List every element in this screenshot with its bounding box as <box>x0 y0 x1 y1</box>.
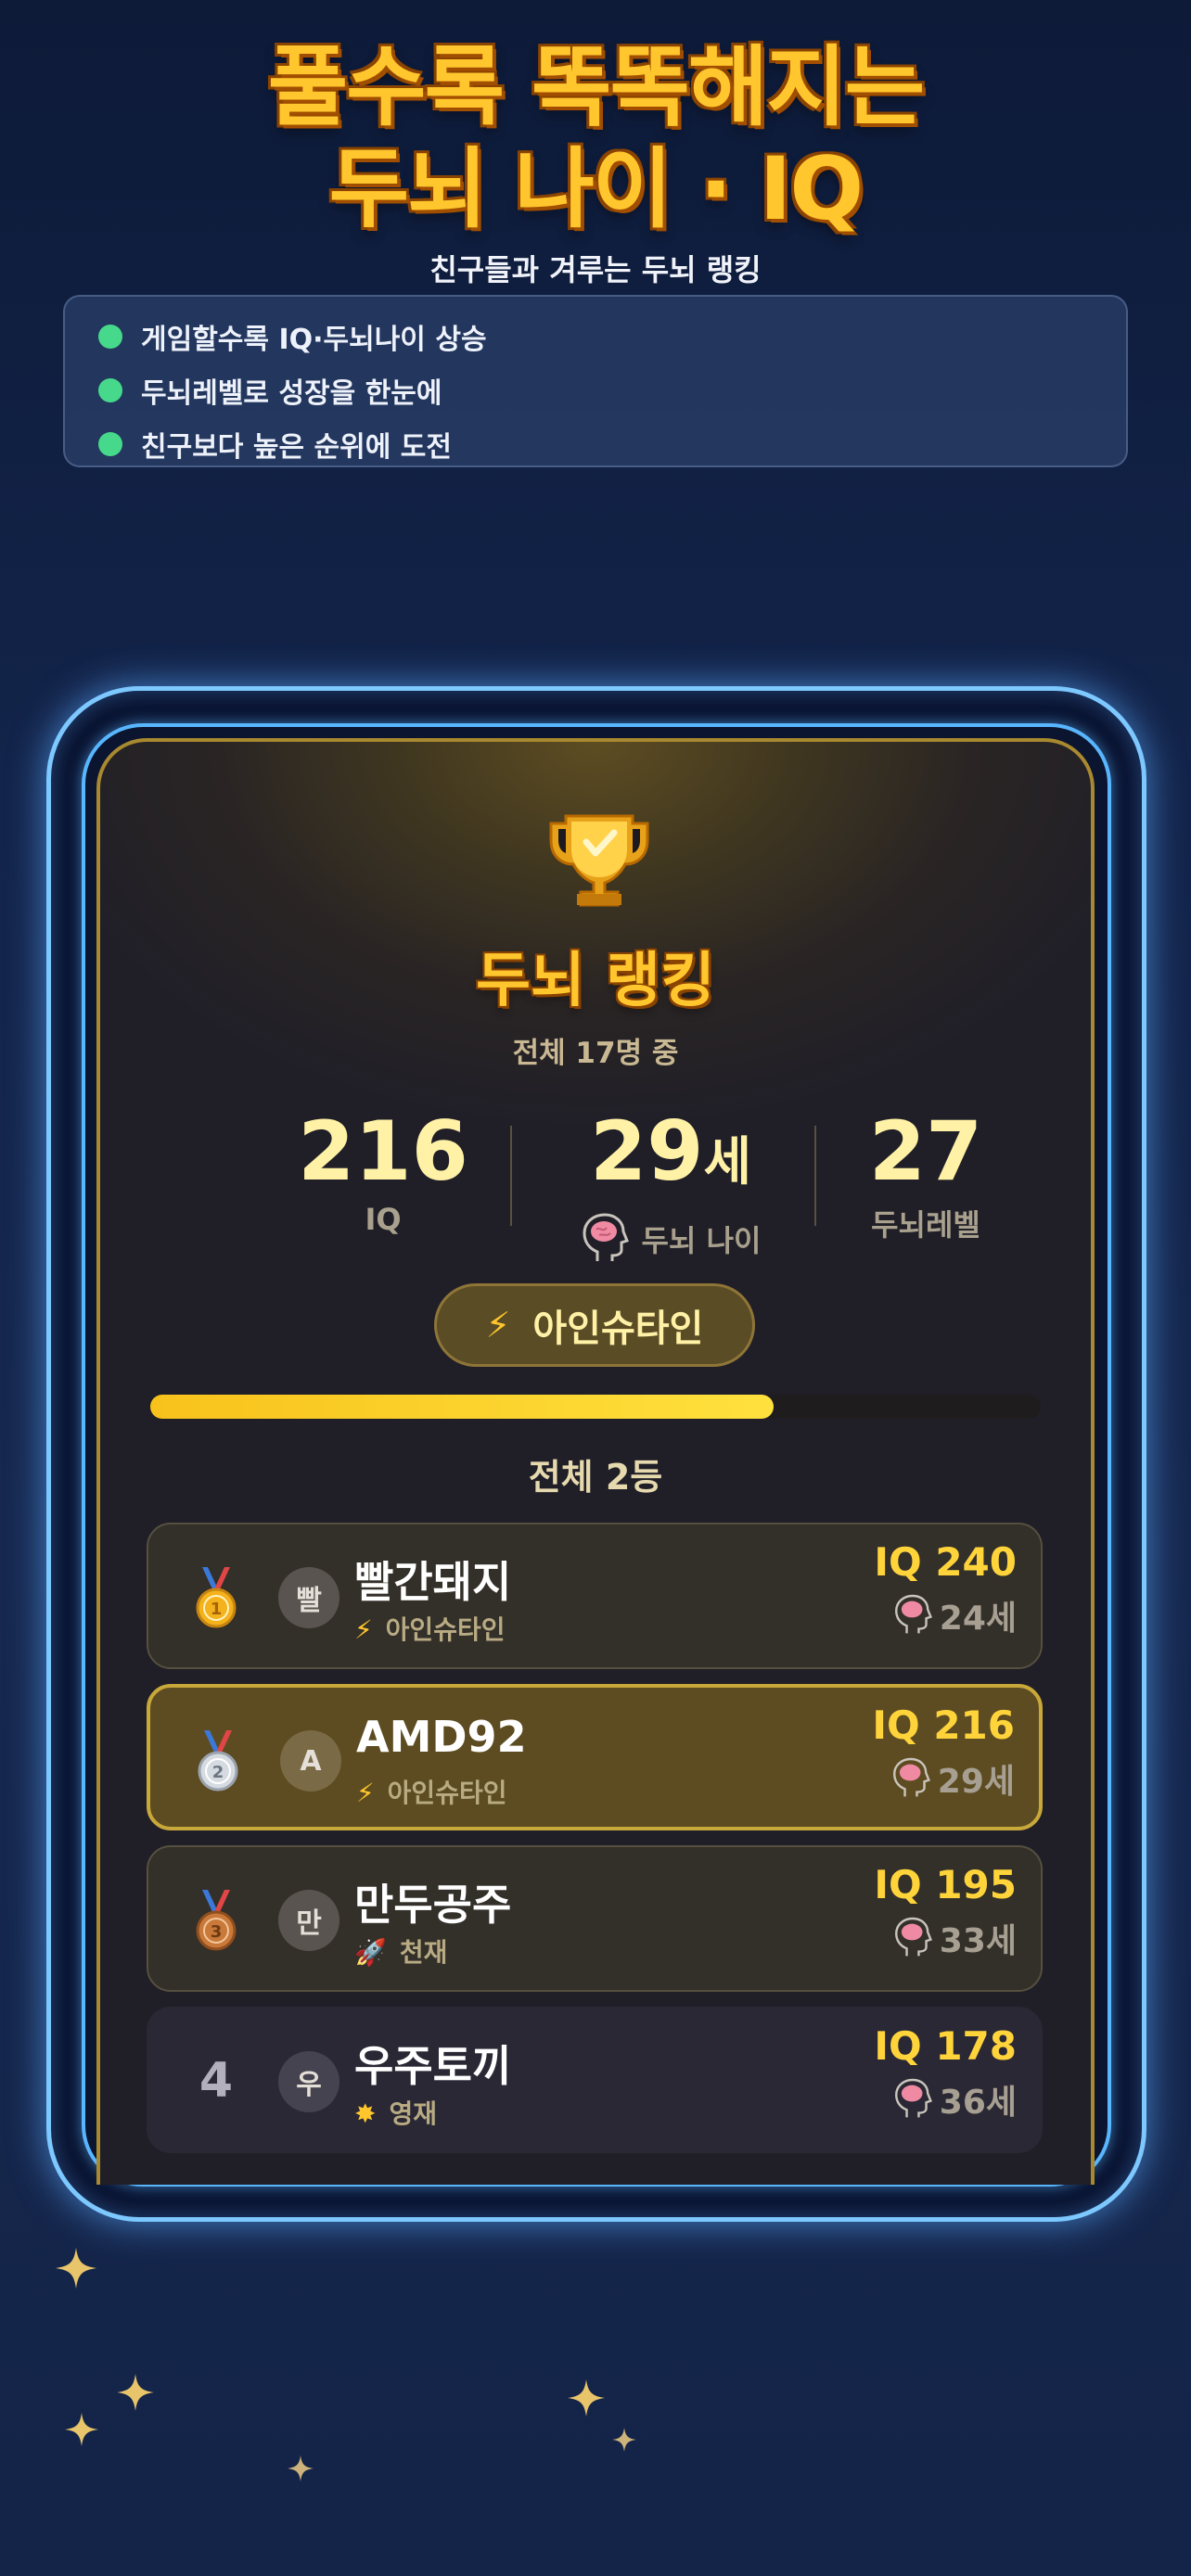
level-progress-fill <box>150 1395 774 1419</box>
brain-age-text: 36세 <box>939 2084 1017 2122</box>
tier-icon: ✸ <box>354 2098 377 2129</box>
avatar: 만 <box>278 1890 339 1951</box>
stat-brain-age: 29세 두뇌 나이 <box>555 1105 787 1265</box>
brain-age-text: 29세 <box>937 1763 1015 1801</box>
feature-text: 친구보다 높은 순위에 도전 <box>141 431 452 464</box>
ranking-row[interactable]: 4 우 우주토끼 ✸ 영재 IQ 178 36세 <box>147 2007 1043 2153</box>
sparkle-icon <box>612 2428 636 2452</box>
brain-head-icon <box>894 2078 932 2118</box>
divider <box>814 1126 816 1226</box>
sparkle-icon <box>56 2248 96 2289</box>
sparkle-icon <box>117 2374 154 2411</box>
level-progress-bar <box>150 1395 1041 1419</box>
sparkle-icon <box>65 2413 98 2446</box>
tier-icon: ⚡ <box>354 1614 373 1645</box>
tier-label: 아인슈타인 <box>387 1778 507 1808</box>
stat-iq: 216 IQ <box>267 1103 499 1238</box>
tier-badge: ⚡ 아인슈타인 <box>434 1283 755 1367</box>
ranking-row[interactable]: 3 만 만두공주 🚀 천재 IQ 195 33세 <box>147 1845 1043 1992</box>
brain-level-value: 27 <box>868 1103 983 1199</box>
tier-label: 영재 <box>389 2098 437 2129</box>
headline-line-2: 두뇌 나이 · IQ <box>328 139 864 240</box>
player-iq: IQ 195 <box>874 1862 1017 1907</box>
brain-age-label-row: 두뇌 나이 <box>555 1213 787 1265</box>
brain-head-icon <box>583 1213 629 1261</box>
green-dot-icon <box>98 325 122 349</box>
player-name: 빨간돼지 <box>354 1557 512 1607</box>
divider <box>510 1126 512 1226</box>
avatar: A <box>280 1730 341 1792</box>
brain-age-suffix: 세 <box>703 1132 751 1192</box>
tier-label: 아인슈타인 <box>385 1614 506 1645</box>
player-brain-age: 29세 <box>891 1754 1015 1803</box>
tier-icon: 🚀 <box>354 1937 387 1968</box>
player-name: 우주토끼 <box>354 2041 512 2091</box>
player-iq: IQ 240 <box>874 1539 1017 1585</box>
player-iq: IQ 178 <box>874 2023 1017 2069</box>
bronze-medal-icon: 3 <box>196 1890 237 1951</box>
brain-age-value: 29세 <box>555 1105 787 1209</box>
brain-age-number: 29 <box>590 1103 704 1199</box>
iq-value: 216 <box>298 1103 468 1199</box>
player-brain-age: 33세 <box>893 1914 1017 1962</box>
feature-text: 게임할수록 IQ·두뇌나이 상승 <box>141 324 487 356</box>
feature-item: 게임할수록 IQ·두뇌나이 상승 <box>98 310 1126 363</box>
player-tier: ⚡ 아인슈타인 <box>354 1610 505 1647</box>
feature-text: 두뇌레벨로 성장을 한눈에 <box>141 377 442 410</box>
rank-number: 4 <box>198 2053 234 2109</box>
brain-age-text: 24세 <box>939 1600 1017 1638</box>
ranking-card: 두뇌 랭킹 전체 17명 중 216 IQ 29세 두뇌 나이 27 두뇌레벨 <box>96 738 1095 2185</box>
headline-line-1: 풀수록 똑똑해지는 <box>267 37 926 138</box>
medal-rank: 1 <box>211 1600 223 1619</box>
hero-headline: 풀수록 똑똑해지는 두뇌 나이 · IQ 친구들과 겨루는 두뇌 랭킹 <box>0 37 1191 289</box>
green-dot-icon <box>98 378 122 402</box>
trophy-icon <box>549 814 649 907</box>
tier-icon: ⚡ <box>356 1778 375 1808</box>
avatar: 우 <box>278 2051 339 2112</box>
feature-list: 게임할수록 IQ·두뇌나이 상승 두뇌레벨로 성장을 한눈에 친구보다 높은 순… <box>63 295 1128 467</box>
silver-medal-icon: 2 <box>198 1730 238 1792</box>
player-tier: 🚀 천재 <box>354 1932 447 1970</box>
tier-badge-label: 아인슈타인 <box>532 1307 704 1350</box>
feature-item: 친구보다 높은 순위에 도전 <box>98 417 1126 471</box>
brain-level-label: 두뇌레벨 <box>871 1207 980 1243</box>
stats-row: 216 IQ 29세 두뇌 나이 27 두뇌레벨 <box>267 1103 982 1261</box>
brain-head-icon <box>894 1917 932 1957</box>
my-rank-text: 전체 2등 <box>528 1457 663 1498</box>
feature-item: 두뇌레벨로 성장을 한눈에 <box>98 363 1126 417</box>
gold-medal-icon: 1 <box>196 1567 237 1628</box>
player-name: AMD92 <box>356 1712 527 1762</box>
sparkle-icon <box>568 2379 605 2417</box>
total-users: 전체 17명 중 <box>512 1037 679 1070</box>
brain-age-label: 두뇌 나이 <box>641 1223 762 1258</box>
lightning-icon: ⚡ <box>485 1305 511 1345</box>
stat-brain-level: 27 두뇌레벨 <box>824 1105 1028 1244</box>
player-iq: IQ 216 <box>872 1702 1015 1748</box>
ranking-row-current-user[interactable]: 2 A AMD92 ⚡ 아인슈타인 IQ 216 29세 <box>147 1684 1043 1830</box>
sparkle-icon <box>288 2455 314 2481</box>
medal-rank: 3 <box>211 1922 223 1942</box>
brain-age-text: 33세 <box>939 1922 1017 1960</box>
player-brain-age: 36세 <box>893 2075 1017 2123</box>
iq-label: IQ <box>365 1202 402 1237</box>
ranking-row[interactable]: 1 빨 빨간돼지 ⚡ 아인슈타인 IQ 240 24세 <box>147 1523 1043 1669</box>
green-dot-icon <box>98 432 122 456</box>
player-tier: ⚡ 아인슈타인 <box>356 1773 506 1810</box>
card-title: 두뇌 랭킹 <box>476 947 715 1015</box>
brain-head-icon <box>892 1757 930 1797</box>
brain-head-icon <box>894 1594 932 1634</box>
player-tier: ✸ 영재 <box>354 2094 437 2131</box>
headline-subtitle: 친구들과 겨루는 두뇌 랭킹 <box>429 252 762 287</box>
medal-rank: 2 <box>212 1763 224 1782</box>
tier-label: 천재 <box>399 1937 448 1968</box>
avatar: 빨 <box>278 1567 339 1628</box>
player-brain-age: 24세 <box>893 1591 1017 1639</box>
player-name: 만두공주 <box>354 1880 512 1930</box>
ranking-list: 1 빨 빨간돼지 ⚡ 아인슈타인 IQ 240 24세 2 A AMD92 ⚡ … <box>147 1523 1043 2168</box>
